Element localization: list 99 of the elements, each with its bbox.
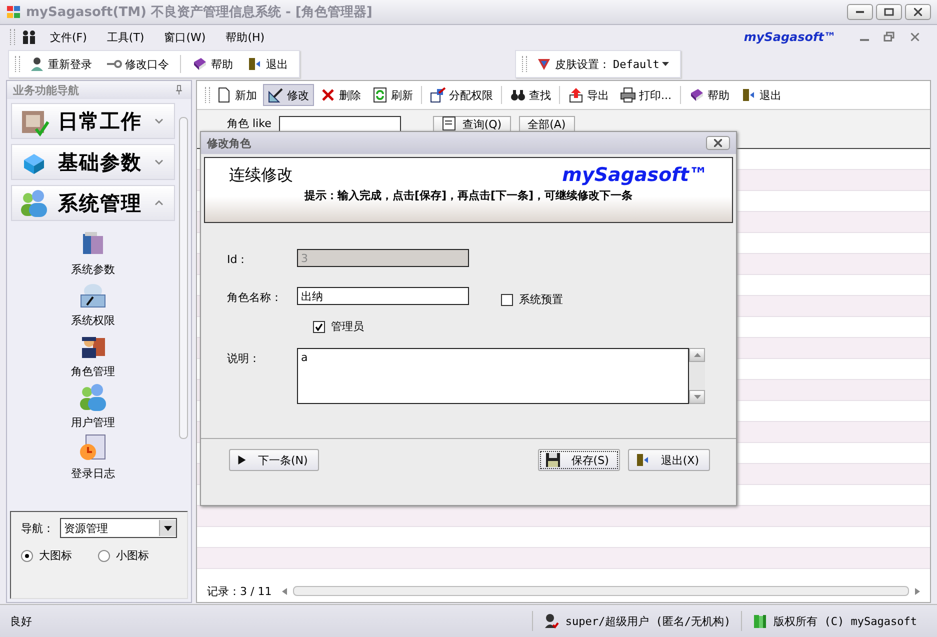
panel-title: 业务功能导航 [13, 82, 79, 98]
view-radio[interactable]: 小图标 [98, 548, 149, 563]
toolbar-button[interactable]: 修改 [263, 84, 314, 106]
user-icon [29, 56, 45, 72]
books-icon [752, 613, 768, 629]
view-radio[interactable]: 大图标 [21, 548, 72, 563]
exit-icon [740, 87, 756, 103]
toolbar-button[interactable]: 帮助 [187, 53, 238, 75]
nav-item[interactable]: 系统权限 [71, 279, 115, 328]
banner-title: 连续修改 [229, 164, 293, 186]
play-icon [236, 454, 248, 466]
nav-item[interactable]: 角色管理 [71, 330, 115, 379]
export-icon [568, 87, 584, 103]
close-icon [714, 139, 722, 147]
permission-icon [430, 87, 446, 103]
left-arrow-icon [282, 588, 287, 594]
preset-checkbox[interactable]: 系统预置 [501, 292, 563, 307]
book-icon [192, 56, 208, 72]
exit-icon [247, 56, 263, 72]
search-button[interactable]: 查询(Q) [433, 116, 511, 132]
nav-item[interactable]: 登录日志 [71, 432, 115, 481]
caret-icon [164, 526, 172, 530]
dialog-title: 修改角色 [207, 136, 251, 150]
menu-item[interactable]: 帮助(H) [218, 28, 272, 46]
pin-icon [173, 84, 185, 96]
next-button[interactable]: 下一条(N) [229, 449, 319, 471]
status-copyright: 版权所有 (C) mySagasoft [774, 614, 917, 628]
search-icon [442, 116, 458, 132]
field-label: 说明： [227, 351, 261, 366]
exit-button[interactable]: 退出(X) [628, 449, 710, 471]
name-field[interactable]: 出纳 [297, 287, 469, 305]
brush-icon [536, 56, 552, 72]
exit-icon [634, 452, 651, 468]
close-button[interactable] [905, 4, 931, 20]
window-title: mySagasoft(TM) 不良资产管理信息系统 - [角色管理器] [26, 4, 374, 21]
search-label: 角色 like [227, 116, 272, 131]
nav-group-header[interactable]: 日常工作 [11, 103, 175, 139]
check-icon [315, 322, 323, 330]
maximize-button[interactable] [876, 4, 902, 20]
field-label: 角色名称： [227, 290, 283, 305]
printer-icon [620, 87, 636, 103]
status-text: 良好 [10, 614, 32, 628]
nav-item[interactable]: 系统参数 [71, 228, 115, 277]
right-arrow-icon [915, 588, 920, 594]
search-button[interactable]: 全部(A) [518, 116, 575, 132]
close-icon [909, 31, 921, 43]
status-user: super/超级用户 (匿名/无机构) [565, 614, 731, 628]
hint-text: 提示：输入完成，点击[保存]，再点击[下一条]，可继续修改下一条 [303, 188, 634, 203]
toolbar-button[interactable]: 退出 [242, 53, 293, 75]
menu-item[interactable]: 文件(F) [43, 28, 94, 46]
down-arrow-icon [694, 395, 700, 399]
minimize-icon [856, 11, 864, 13]
user-check-icon [543, 613, 560, 629]
nav-item[interactable]: 用户管理 [71, 381, 115, 430]
toolbar-button[interactable]: 帮助 [684, 84, 734, 106]
binoculars-icon [510, 87, 526, 103]
toolbar-button[interactable]: 刷新 [367, 84, 418, 106]
edit-icon [268, 87, 284, 103]
toolbar-button[interactable]: 修改口令 [101, 53, 174, 75]
field-label: Id： [227, 252, 250, 267]
people-icon [21, 29, 37, 45]
minimize-button[interactable] [847, 4, 873, 20]
toolbar-button[interactable]: 分配权限 [425, 84, 498, 106]
toolbar-button[interactable]: 退出 [736, 84, 786, 106]
close-icon [914, 8, 922, 16]
nav-label: 导航： [21, 520, 54, 536]
book-icon [688, 87, 704, 103]
users-icon [18, 187, 50, 219]
caret-icon [662, 62, 670, 66]
brand-logo: mySagasoft™ [562, 164, 708, 186]
menu-item[interactable]: 窗口(W) [157, 28, 213, 46]
toolbar-button[interactable]: 重新登录 [24, 53, 97, 75]
delete-icon [320, 87, 336, 103]
toolbar-button[interactable]: 导出 [563, 84, 614, 106]
scrollbar[interactable] [689, 348, 705, 404]
nav-group-header[interactable]: 基础参数 [11, 144, 175, 180]
up-arrow-icon [694, 353, 700, 357]
close-button[interactable] [706, 136, 730, 150]
save-button[interactable]: 保存(S) [538, 449, 620, 471]
new-document-icon [216, 87, 232, 103]
nav-dropdown[interactable]: 资源管理 [60, 518, 177, 538]
record-count: 记录：3 / 11 [207, 584, 272, 598]
refresh-icon [372, 87, 388, 103]
app-icon [6, 4, 22, 20]
toolbar-button[interactable]: 新加 [211, 84, 262, 106]
toolbar-button[interactable]: 打印... [615, 84, 676, 106]
toolbar-button[interactable]: 删除 [315, 84, 366, 106]
brand-logo: mySagasoft™ [744, 30, 836, 44]
restore-icon [883, 31, 895, 43]
description-field[interactable]: a [297, 348, 689, 404]
scrollbar[interactable] [282, 586, 920, 596]
menu-item[interactable]: 工具(T) [100, 28, 152, 46]
minimize-icon [860, 39, 869, 41]
users-icon [77, 381, 109, 413]
toolbar-button[interactable]: 查找 [505, 84, 556, 106]
nav-group-header[interactable]: 系统管理 [11, 185, 175, 221]
search-field[interactable] [279, 116, 402, 132]
maximize-icon [884, 8, 894, 16]
admin-checkbox[interactable]: 管理员 [313, 319, 364, 334]
